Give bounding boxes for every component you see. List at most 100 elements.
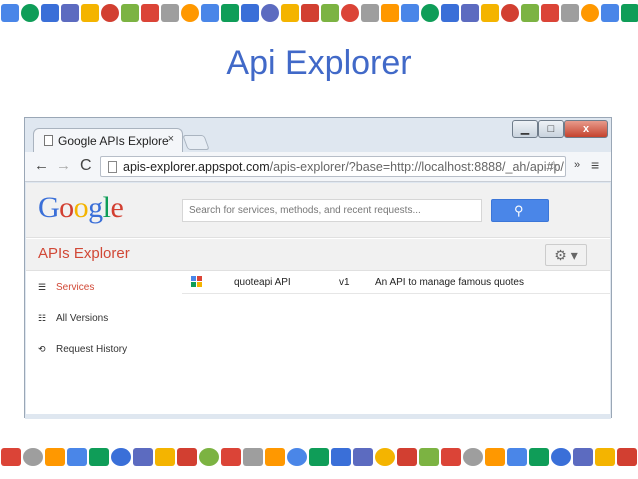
decorative-app-icon <box>529 448 549 466</box>
decorative-app-icon <box>155 448 175 466</box>
search-input[interactable]: Search for services, methods, and recent… <box>182 199 482 222</box>
decorative-app-icon <box>361 4 379 22</box>
window-bottom-border <box>25 414 611 419</box>
decorative-app-icon <box>581 4 599 22</box>
decorative-app-icon <box>617 448 637 466</box>
decorative-app-icon <box>23 448 43 466</box>
decorative-app-icon <box>261 4 279 22</box>
sidebar-item-all-versions[interactable]: ☷ All Versions <box>38 313 108 324</box>
decorative-app-icon <box>573 448 593 466</box>
sidebar-item-request-history[interactable]: ⟲ Request History <box>38 344 127 355</box>
page-icon <box>44 135 53 146</box>
logo-letter: l <box>102 191 111 224</box>
sidebar-item-services[interactable]: ☰ Services <box>38 282 94 293</box>
decorative-app-icon <box>101 4 119 22</box>
page-icon <box>108 161 117 173</box>
back-arrow-icon[interactable]: ← <box>34 158 49 174</box>
decorative-app-icon <box>177 448 197 466</box>
decorative-app-icon <box>401 4 419 22</box>
decorative-app-icon <box>521 4 539 22</box>
decorative-app-icon <box>241 4 259 22</box>
extensions-chevron-icon[interactable]: » <box>574 159 580 171</box>
decorative-app-icon <box>621 4 638 22</box>
maximize-button[interactable]: □ <box>538 120 564 138</box>
decorative-icon-strip-top <box>0 2 638 24</box>
url-path: /apis-explorer/?base=http://localhost:88… <box>269 160 564 174</box>
decorative-app-icon <box>461 4 479 22</box>
decorative-app-icon <box>441 448 461 466</box>
address-bar[interactable]: apis-explorer.appspot.com/apis-explorer/… <box>100 156 566 177</box>
decorative-app-icon <box>1 4 19 22</box>
decorative-app-icon <box>321 4 339 22</box>
decorative-app-icon <box>595 448 615 466</box>
decorative-app-icon <box>133 448 153 466</box>
decorative-app-icon <box>201 4 219 22</box>
search-icon: ⚲ <box>514 203 524 218</box>
decorative-app-icon <box>441 4 459 22</box>
decorative-icon-strip-bottom <box>0 438 638 478</box>
sidebar-item-label: Request History <box>56 344 128 355</box>
decorative-app-icon <box>141 4 159 22</box>
decorative-app-icon <box>287 448 307 466</box>
browser-tab[interactable]: Google APIs Explore × <box>33 128 183 152</box>
forward-arrow-icon[interactable]: → <box>56 158 71 174</box>
decorative-app-icon <box>481 4 499 22</box>
decorative-app-icon <box>309 448 329 466</box>
decorative-app-icon <box>381 4 399 22</box>
tab-close-icon[interactable]: × <box>168 133 174 145</box>
decorative-app-icon <box>81 4 99 22</box>
decorative-app-icon <box>61 4 79 22</box>
decorative-app-icon <box>501 4 519 22</box>
sidebar-item-label: Services <box>56 282 95 293</box>
decorative-app-icon <box>341 4 359 22</box>
decorative-app-icon <box>161 4 179 22</box>
minimize-button[interactable]: ▁ <box>512 120 538 138</box>
search-button[interactable]: ⚲ <box>491 199 549 222</box>
decorative-app-icon <box>67 448 87 466</box>
logo-letter: g <box>88 191 103 224</box>
decorative-app-icon <box>243 448 263 466</box>
decorative-app-icon <box>301 4 319 22</box>
service-description: An API to manage famous quotes <box>375 277 524 288</box>
sidebar-item-label: All Versions <box>56 313 109 324</box>
decorative-app-icon <box>463 448 483 466</box>
decorative-app-icon <box>485 448 505 466</box>
decorative-app-icon <box>1 448 21 466</box>
apis-explorer-bar: APIs Explorer ⚙ ▾ <box>26 239 610 271</box>
logo-letter: e <box>110 191 124 224</box>
decorative-app-icon <box>353 448 373 466</box>
browser-menu-icon[interactable]: ≡ <box>591 157 599 173</box>
versions-icon: ☷ <box>38 313 47 323</box>
decorative-app-icon <box>265 448 285 466</box>
list-icon: ☰ <box>38 282 47 292</box>
decorative-app-icon <box>421 4 439 22</box>
decorative-app-icon <box>181 4 199 22</box>
service-row[interactable]: quoteapi API v1 An API to manage famous … <box>182 272 610 294</box>
google-logo[interactable]: Google <box>38 191 124 225</box>
settings-gear-button[interactable]: ⚙ ▾ <box>545 244 587 266</box>
decorative-app-icon <box>541 4 559 22</box>
decorative-app-icon <box>375 448 395 466</box>
bookmark-star-icon[interactable]: ☆ <box>548 158 560 174</box>
new-tab-button[interactable] <box>182 135 210 150</box>
title-bar: Google APIs Explore × ▁ □ x <box>25 118 611 152</box>
tab-title: Google APIs Explore <box>58 134 169 148</box>
api-logo-icon <box>191 276 202 287</box>
decorative-app-icon <box>561 4 579 22</box>
logo-letter: o <box>59 191 74 224</box>
logo-letter: G <box>38 191 60 224</box>
decorative-app-icon <box>121 4 139 22</box>
decorative-app-icon <box>551 448 571 466</box>
browser-toolbar: ← → C apis-explorer.appspot.com/apis-exp… <box>25 152 611 182</box>
page-header: Google Search for services, methods, and… <box>26 183 610 238</box>
decorative-app-icon <box>281 4 299 22</box>
decorative-app-icon <box>89 448 109 466</box>
close-window-button[interactable]: x <box>564 120 608 138</box>
decorative-app-icon <box>507 448 527 466</box>
reload-icon[interactable]: C <box>80 158 92 174</box>
service-name[interactable]: quoteapi API <box>234 277 291 288</box>
page-content: Google Search for services, methods, and… <box>26 183 610 415</box>
decorative-app-icon <box>41 4 59 22</box>
browser-window: Google APIs Explore × ▁ □ x ← → C apis-e… <box>24 117 612 419</box>
decorative-app-icon <box>601 4 619 22</box>
